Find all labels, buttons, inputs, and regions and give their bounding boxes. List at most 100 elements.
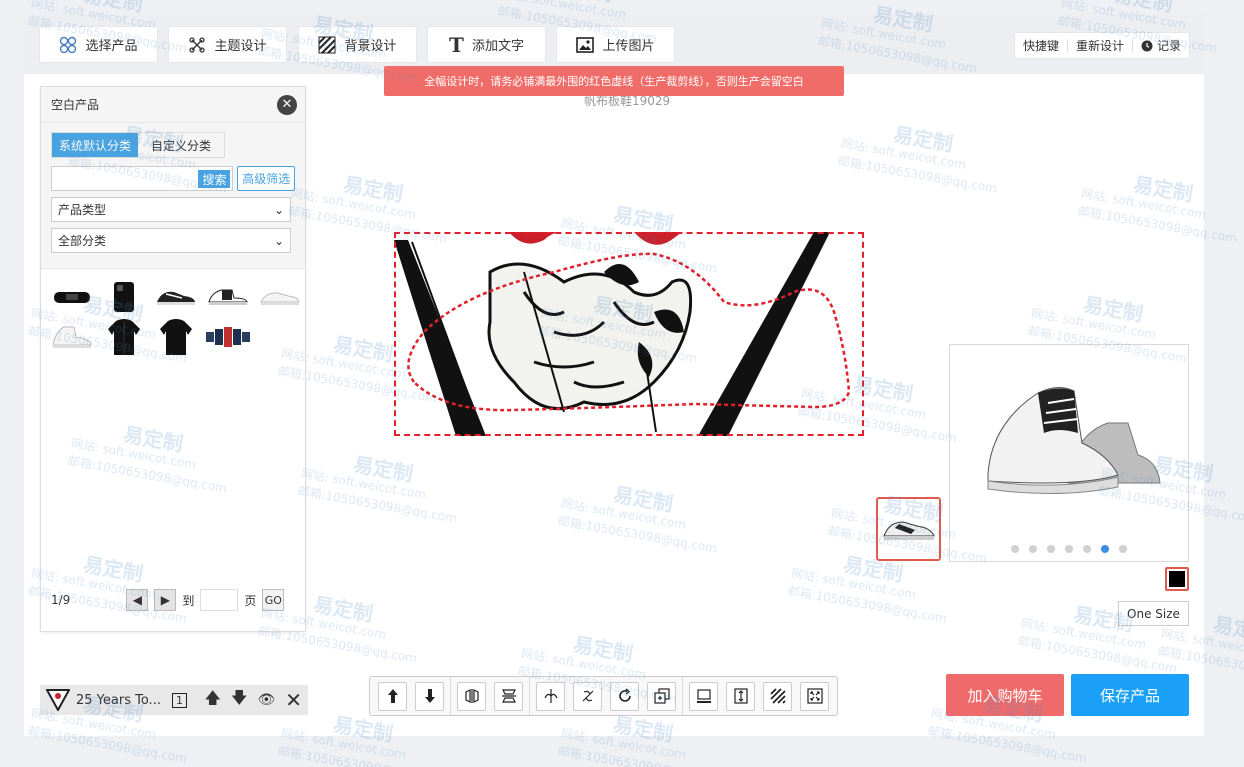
- divider: [682, 677, 683, 715]
- select-product-button[interactable]: 选择产品: [39, 26, 158, 63]
- product-thumb-white-shoe[interactable]: [257, 281, 303, 313]
- rotate-mirror-button[interactable]: [573, 681, 602, 711]
- right-tools: 快捷键 重新设计 记录: [1013, 32, 1190, 59]
- product-type-value: 产品类型: [58, 203, 107, 217]
- flip-vertical-icon: [501, 689, 516, 703]
- move-down-button[interactable]: [415, 681, 444, 711]
- product-thumb-hoodie-back[interactable]: [153, 319, 199, 355]
- page-number-input[interactable]: [200, 589, 239, 611]
- theme-icon: [189, 36, 206, 53]
- search-input[interactable]: 搜索: [51, 166, 234, 191]
- align-bottom-button[interactable]: [689, 681, 718, 711]
- move-up-icon[interactable]: 🡅: [205, 687, 221, 714]
- product-thumb-canvas-panels[interactable]: [205, 321, 251, 353]
- duplicate-button[interactable]: [647, 681, 676, 711]
- category-tabs: 系统默认分类 自定义分类: [51, 132, 225, 158]
- page-indicator: 1/9: [51, 593, 71, 607]
- product-thumb-high-top-shoe[interactable]: [205, 281, 251, 313]
- chevron-down-icon: ⌄: [273, 233, 284, 248]
- go-button[interactable]: GO: [262, 589, 285, 611]
- color-swatch-black[interactable]: [1165, 567, 1189, 591]
- move-down-icon[interactable]: 🡇: [231, 687, 247, 714]
- layer-thumbnail-icon: [46, 689, 70, 711]
- flip-horizontal-button[interactable]: [457, 681, 486, 711]
- background-design-label: 背景设计: [344, 39, 397, 54]
- duplicate-icon: [653, 688, 670, 704]
- redesign-link[interactable]: 重新设计: [1068, 38, 1133, 53]
- tab-custom-category[interactable]: 自定义分类: [138, 133, 224, 157]
- watermark-email: 邮箱:1050653098@qq.com: [556, 743, 718, 767]
- fit-canvas-button[interactable]: [800, 681, 829, 711]
- close-icon[interactable]: ✕: [277, 94, 297, 115]
- watermark-title: 易定制: [1211, 612, 1244, 647]
- upload-image-button[interactable]: 上传图片: [556, 26, 675, 63]
- fit-height-icon: [733, 688, 748, 704]
- product-thumbnails: [45, 281, 303, 355]
- panel-header: 空白产品 ✕: [41, 87, 305, 123]
- layer-name: 25 Years To...: [76, 692, 161, 708]
- shortcuts-link[interactable]: 快捷键: [1015, 38, 1068, 53]
- mirror-icon: [543, 689, 558, 703]
- product-thumb-belt-bag[interactable]: [49, 281, 95, 313]
- filter-area: 系统默认分类 自定义分类 搜索 高级筛选 产品类型 ⌄ 全部分类 ⌄: [41, 123, 305, 269]
- preview-dot[interactable]: [1047, 545, 1055, 553]
- product-thumb-phone-case[interactable]: [101, 281, 147, 313]
- background-fill-button[interactable]: [763, 681, 792, 711]
- advanced-filter-button[interactable]: 高级筛选: [237, 166, 295, 191]
- pagination: 1/9 ◀ ▶ 到 页 GO: [51, 589, 285, 611]
- background-design-button[interactable]: 背景设计: [298, 26, 417, 63]
- size-option[interactable]: One Size: [1118, 601, 1189, 626]
- preview-thumbnail[interactable]: [876, 497, 941, 561]
- add-to-cart-button[interactable]: 加入购物车: [946, 674, 1064, 716]
- product-type-select[interactable]: 产品类型 ⌄: [51, 197, 291, 222]
- product-thumb-hoodie-front[interactable]: [101, 319, 147, 355]
- theme-design-label: 主题设计: [214, 39, 267, 54]
- layer-actions: 🡅 🡇 👁 ✕: [205, 687, 302, 714]
- next-page-button[interactable]: ▶: [154, 589, 177, 611]
- tab-default-category[interactable]: 系统默认分类: [52, 133, 138, 157]
- layer-row[interactable]: 25 Years To... 1 🡅 🡇 👁 ✕: [40, 685, 308, 715]
- delete-icon[interactable]: ✕: [285, 688, 302, 712]
- arrow-up-icon: [387, 689, 398, 703]
- history-label: 记录: [1156, 38, 1181, 53]
- hatch-icon: [769, 688, 786, 704]
- rotate-button[interactable]: [610, 681, 639, 711]
- preview-dot[interactable]: [1029, 545, 1037, 553]
- select-product-label: 选择产品: [85, 39, 138, 54]
- save-product-button[interactable]: 保存产品: [1071, 674, 1189, 716]
- theme-design-button[interactable]: 主题设计: [168, 26, 287, 63]
- history-link[interactable]: 记录: [1133, 39, 1189, 53]
- mirror-button[interactable]: [536, 681, 565, 711]
- cut-line-warning: 全幅设计时，请务必铺满最外围的红色虚线（生产裁剪线），否则生产会留空白: [384, 66, 844, 96]
- fit-height-button[interactable]: [726, 681, 755, 711]
- category-select[interactable]: 全部分类 ⌄: [51, 228, 291, 253]
- layer-index: 1: [172, 692, 187, 708]
- preview-dot[interactable]: [1119, 545, 1127, 553]
- preview-dot[interactable]: [1011, 545, 1019, 553]
- blank-product-panel: 空白产品 ✕ 系统默认分类 自定义分类 搜索 高级筛选 产品类型 ⌄ 全部分类 …: [40, 86, 306, 632]
- flip-vertical-button[interactable]: [494, 681, 523, 711]
- product-thumb-low-top-shoe[interactable]: [153, 281, 199, 313]
- caret-left-icon: ◀: [132, 593, 142, 607]
- category-value: 全部分类: [58, 234, 107, 248]
- top-toolbar: 选择产品 主题设计 背景设计 T 添加文字 上传图片 快捷键 重新设计 记录: [24, 14, 1204, 74]
- search-button[interactable]: 搜索: [198, 170, 231, 188]
- rotate-icon: [618, 688, 631, 702]
- page-label: 页: [244, 593, 257, 608]
- product-grid-icon: [60, 36, 77, 53]
- eye-icon[interactable]: 👁: [257, 692, 275, 708]
- upload-image-label: 上传图片: [602, 39, 655, 54]
- preview-dot[interactable]: [1065, 545, 1073, 553]
- goto-label: 到: [182, 593, 195, 608]
- preview-dots: [950, 545, 1188, 553]
- add-text-label: 添加文字: [471, 39, 524, 54]
- move-up-button[interactable]: [378, 681, 407, 711]
- prev-page-button[interactable]: ◀: [126, 589, 149, 611]
- preview-dot[interactable]: [1083, 545, 1091, 553]
- add-text-button[interactable]: T 添加文字: [427, 26, 546, 63]
- divider: [450, 677, 451, 715]
- product-preview[interactable]: [949, 344, 1189, 562]
- preview-dot[interactable]: [1101, 545, 1109, 553]
- product-thumb-white-high-top[interactable]: [49, 321, 95, 353]
- swatch-fill: [1169, 571, 1185, 587]
